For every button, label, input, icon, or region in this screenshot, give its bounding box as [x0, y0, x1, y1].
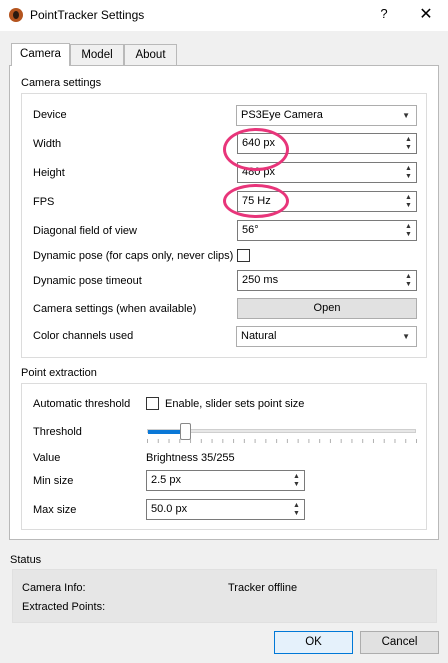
dynamic-pose-timeout-spinbox[interactable]: 250 ms ▲ ▼ [237, 270, 417, 291]
fps-label: FPS [33, 196, 55, 208]
status-box [12, 569, 437, 623]
height-value: 480 px [242, 166, 276, 178]
point-extraction-title: Point extraction [21, 367, 97, 379]
camera-info-label: Camera Info: [22, 582, 86, 594]
title-bar: PointTracker Settings ? ✕ [0, 0, 448, 31]
threshold-slider-handle[interactable] [180, 423, 191, 440]
cancel-button[interactable]: Cancel [360, 631, 439, 654]
spin-down-icon[interactable]: ▼ [401, 172, 416, 181]
status-title: Status [10, 554, 42, 566]
spin-down-icon[interactable]: ▼ [401, 280, 416, 289]
min-size-value: 2.5 px [151, 474, 181, 486]
color-channels-label: Color channels used [33, 330, 134, 342]
tab-model[interactable]: Model [70, 44, 124, 65]
chevron-down-icon: ▼ [402, 332, 410, 341]
fov-label: Diagonal field of view [33, 225, 137, 237]
extracted-points-label: Extracted Points: [22, 601, 106, 613]
max-size-label: Max size [33, 504, 77, 516]
dynamic-pose-checkbox[interactable] [237, 249, 250, 262]
device-value: PS3Eye Camera [241, 109, 323, 121]
window-title: PointTracker Settings [30, 8, 145, 22]
camera-settings-open-label: Camera settings (when available) [33, 303, 197, 315]
height-label: Height [33, 167, 65, 179]
color-channels-value: Natural [241, 330, 277, 342]
spin-down-icon[interactable]: ▼ [401, 143, 416, 152]
app-icon [9, 8, 23, 22]
chevron-down-icon: ▼ [402, 111, 410, 120]
open-camera-settings-button[interactable]: Open [237, 298, 417, 319]
dynamic-pose-label: Dynamic pose (for caps only, never clips… [33, 250, 234, 262]
camera-info-value: Tracker offline [228, 582, 298, 594]
spin-down-icon[interactable]: ▼ [289, 480, 304, 489]
auto-threshold-checkbox[interactable] [146, 397, 159, 410]
width-spinbox[interactable]: 640 px ▲ ▼ [237, 133, 417, 154]
spin-down-icon[interactable]: ▼ [289, 509, 304, 518]
fov-value: 56° [242, 224, 259, 236]
spin-down-icon[interactable]: ▼ [401, 201, 416, 210]
help-button[interactable]: ? [377, 6, 391, 21]
camera-settings-title: Camera settings [21, 77, 102, 89]
auto-threshold-checkbox-label[interactable]: Enable, slider sets point size [165, 398, 304, 410]
height-spinbox[interactable]: 480 px ▲ ▼ [237, 162, 417, 183]
min-size-spinbox[interactable]: 2.5 px ▲ ▼ [146, 470, 305, 491]
dynamic-pose-timeout-label: Dynamic pose timeout [33, 275, 142, 287]
threshold-label: Threshold [33, 426, 82, 438]
fov-spinbox[interactable]: 56° ▲ ▼ [237, 220, 417, 241]
ok-button[interactable]: OK [274, 631, 353, 654]
fps-value: 75 Hz [242, 195, 271, 207]
tab-about[interactable]: About [124, 44, 177, 65]
tab-camera[interactable]: Camera [11, 43, 70, 66]
max-size-value: 50.0 px [151, 503, 188, 515]
slider-ticks [147, 439, 417, 443]
close-icon[interactable]: ✕ [418, 4, 434, 24]
automatic-threshold-label: Automatic threshold [33, 398, 131, 410]
device-select[interactable]: PS3Eye Camera ▼ [236, 105, 417, 126]
spin-down-icon[interactable]: ▼ [401, 230, 416, 239]
brightness-value: Brightness 35/255 [146, 452, 235, 464]
fps-spinbox[interactable]: 75 Hz ▲ ▼ [237, 191, 417, 212]
width-label: Width [33, 138, 62, 150]
width-value: 640 px [242, 137, 276, 149]
device-label: Device [33, 109, 67, 121]
min-size-label: Min size [33, 475, 74, 487]
color-channels-select[interactable]: Natural ▼ [236, 326, 417, 347]
value-label: Value [33, 452, 61, 464]
max-size-spinbox[interactable]: 50.0 px ▲ ▼ [146, 499, 305, 520]
dynamic-pose-timeout-value: 250 ms [242, 274, 279, 286]
